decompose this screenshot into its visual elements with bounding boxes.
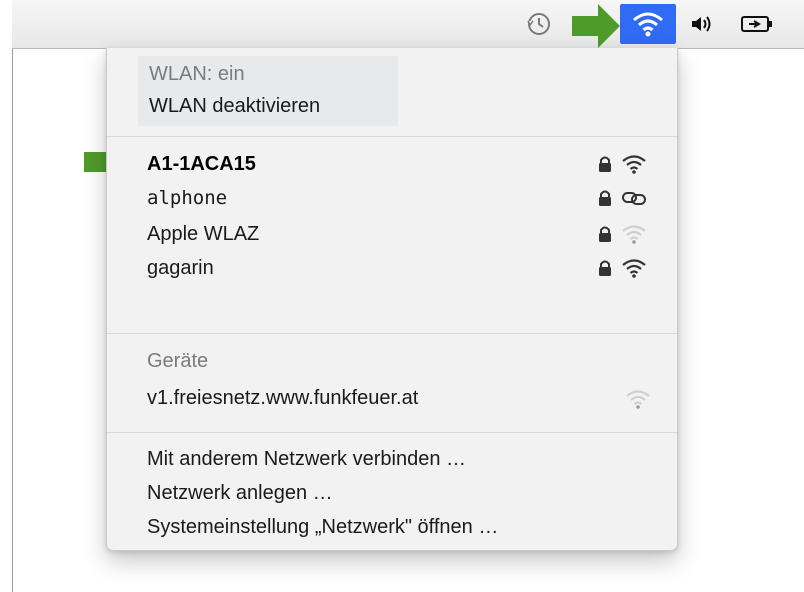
wifi-signal-full-icon — [622, 259, 646, 278]
network-4-icons — [597, 256, 647, 280]
network-item-2[interactable]: alphone — [147, 186, 227, 210]
separator — [107, 333, 677, 334]
wifi-status-text: WLAN: ein — [149, 63, 245, 85]
network-1-icons — [597, 152, 647, 176]
lock-icon — [599, 226, 611, 242]
network-item-3[interactable]: Apple WLAZ — [147, 222, 259, 246]
lock-icon — [599, 156, 611, 172]
network-2-icons — [597, 186, 647, 210]
wifi-dropdown-menu: WLAN: ein WLAN deaktivieren A1-1ACA15 al… — [106, 48, 678, 551]
network-3-icons — [597, 222, 647, 246]
menu-bar — [12, 0, 804, 49]
arrow-pointer-icon — [572, 4, 620, 48]
join-other-network-item[interactable]: Mit anderem Netzwerk verbinden … — [147, 447, 466, 471]
battery-icon[interactable] — [737, 4, 777, 44]
volume-icon[interactable] — [687, 4, 717, 44]
window-left-edge — [12, 0, 13, 592]
wifi-signal-weak-icon — [622, 225, 646, 244]
separator — [107, 136, 677, 137]
lock-icon — [599, 190, 611, 206]
time-machine-icon[interactable] — [522, 4, 556, 44]
network-item-1[interactable]: A1-1ACA15 — [147, 152, 256, 176]
open-network-preferences-item[interactable]: Systemeinstellung „Netzwerk" öffnen … — [147, 515, 498, 539]
separator — [107, 432, 677, 433]
personal-hotspot-link-icon — [622, 192, 646, 205]
wifi-signal-full-icon — [622, 155, 646, 174]
lock-icon — [599, 260, 611, 276]
wifi-icon[interactable] — [620, 4, 676, 44]
network-item-4[interactable]: gagarin — [147, 256, 214, 280]
devices-header: Geräte — [147, 350, 209, 372]
wifi-signal-weak-icon — [626, 390, 650, 409]
wifi-toggle-item[interactable]: WLAN deaktivieren — [149, 94, 320, 118]
device-item[interactable]: v1.freiesnetz.www.funkfeuer.at — [147, 386, 418, 410]
create-network-item[interactable]: Netzwerk anlegen … — [147, 481, 333, 505]
